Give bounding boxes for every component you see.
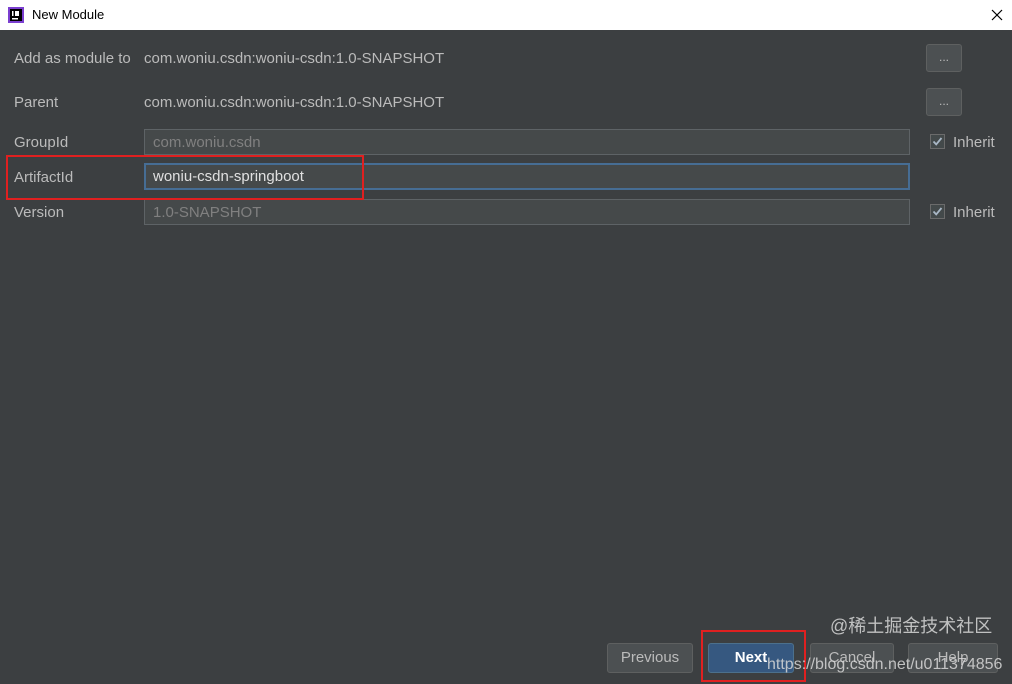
- watermark-site: @稀土掘金技术社区: [830, 616, 993, 636]
- watermark-url: https://blog.csdn.net/u011374856: [767, 656, 1003, 673]
- intellij-app-icon: [8, 7, 24, 23]
- groupid-label: GroupId: [14, 134, 69, 151]
- close-icon: [991, 9, 1003, 21]
- add-as-module-browse-button[interactable]: ...: [926, 44, 962, 72]
- close-button[interactable]: [984, 3, 1010, 27]
- artifactid-label: ArtifactId: [14, 169, 74, 186]
- add-as-module-label: Add as module to: [14, 50, 131, 67]
- groupid-input[interactable]: com.woniu.csdn: [144, 129, 910, 155]
- groupid-inherit-label: Inherit: [953, 134, 995, 151]
- title-bar: New Module: [0, 0, 1012, 30]
- artifactid-input[interactable]: woniu-csdn-springboot: [144, 163, 910, 190]
- version-input[interactable]: 1.0-SNAPSHOT: [144, 199, 910, 225]
- groupid-inherit-checkbox[interactable]: [930, 134, 945, 149]
- parent-value: com.woniu.csdn:woniu-csdn:1.0-SNAPSHOT: [144, 94, 445, 111]
- version-inherit-checkbox[interactable]: [930, 204, 945, 219]
- window-title: New Module: [32, 7, 105, 22]
- dialog-content: Add as module to com.woniu.csdn:woniu-cs…: [0, 30, 1012, 684]
- previous-button[interactable]: Previous: [607, 643, 693, 673]
- checkmark-icon: [932, 137, 943, 146]
- add-as-module-value: com.woniu.csdn:woniu-csdn:1.0-SNAPSHOT: [144, 50, 445, 67]
- version-label: Version: [14, 204, 65, 221]
- parent-browse-button[interactable]: ...: [926, 88, 962, 116]
- parent-label: Parent: [14, 94, 59, 111]
- version-inherit-label: Inherit: [953, 204, 995, 221]
- checkmark-icon: [932, 207, 943, 216]
